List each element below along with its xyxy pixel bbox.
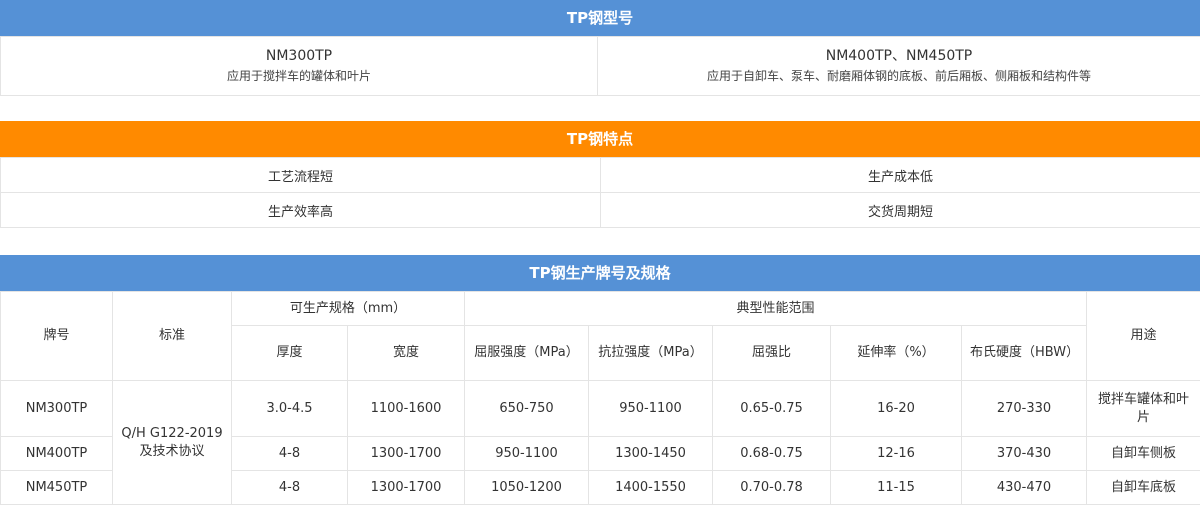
model-cell-left: NM300TP 应用于搅拌车的罐体和叶片 xyxy=(0,36,598,96)
cell-yield: 950-1100 xyxy=(464,436,590,471)
header-spec-group: 可生产规格（mm） xyxy=(230,291,466,326)
header-standard: 标准 xyxy=(112,291,232,381)
cell-width: 1300-1700 xyxy=(346,436,466,471)
feature-cell: 交货周期短 xyxy=(600,192,1200,228)
model-name: NM400TP、NM450TP xyxy=(825,48,973,64)
section-features-title: TP钢特点 xyxy=(0,121,1200,157)
cell-thickness: 4-8 xyxy=(231,470,348,505)
cell-yield: 650-750 xyxy=(464,380,590,437)
section-specs: TP钢生产牌号及规格 牌号 标准 可生产规格（mm） 典型性能范围 用途 厚度 … xyxy=(0,255,1200,505)
features-table: 工艺流程短 生产成本低 生产效率高 交货周期短 xyxy=(0,157,1200,228)
cell-elongation: 12-16 xyxy=(830,436,963,471)
header-tensile: 抗拉强度（MPa） xyxy=(588,325,714,381)
table-row: NM300TP 应用于搅拌车的罐体和叶片 NM400TP、NM450TP 应用于… xyxy=(0,36,1200,96)
cell-yield: 1050-1200 xyxy=(464,470,590,505)
cell-hardness: 270-330 xyxy=(961,380,1088,437)
cell-grade: NM450TP xyxy=(0,470,113,505)
cell-width: 1100-1600 xyxy=(346,380,466,437)
section-features: TP钢特点 工艺流程短 生产成本低 生产效率高 交货周期短 xyxy=(0,121,1200,228)
cell-use: 搅拌车罐体和叶片 xyxy=(1086,380,1200,437)
feature-cell: 工艺流程短 xyxy=(0,157,601,193)
section-specs-title: TP钢生产牌号及规格 xyxy=(0,255,1200,291)
header-elongation: 延伸率（%） xyxy=(830,325,963,381)
header-perf-group: 典型性能范围 xyxy=(464,291,1088,326)
table-header-row: 牌号 标准 可生产规格（mm） 典型性能范围 用途 xyxy=(0,291,1200,381)
cell-ratio: 0.70-0.78 xyxy=(712,470,832,505)
model-use: 应用于搅拌车的罐体和叶片 xyxy=(226,69,371,83)
cell-hardness: 370-430 xyxy=(961,436,1088,471)
cell-ratio: 0.65-0.75 xyxy=(712,380,832,437)
model-use: 应用于自卸车、泵车、耐磨厢体钢的底板、前后厢板、侧厢板和结构件等 xyxy=(706,69,1091,83)
models-table: NM300TP 应用于搅拌车的罐体和叶片 NM400TP、NM450TP 应用于… xyxy=(0,36,1200,96)
section-models: TP钢型号 NM300TP 应用于搅拌车的罐体和叶片 NM400TP、NM450… xyxy=(0,0,1200,96)
cell-tensile: 1400-1550 xyxy=(588,470,714,505)
feature-cell: 生产成本低 xyxy=(600,157,1200,193)
cell-elongation: 16-20 xyxy=(830,380,963,437)
cell-hardness: 430-470 xyxy=(961,470,1088,505)
model-cell-right: NM400TP、NM450TP 应用于自卸车、泵车、耐磨厢体钢的底板、前后厢板、… xyxy=(597,36,1200,96)
table-row: 工艺流程短 生产成本低 xyxy=(0,157,1200,193)
header-yield: 屈服强度（MPa） xyxy=(464,325,590,381)
cell-standard: Q/H G122-2019 及技术协议 xyxy=(112,380,232,505)
cell-thickness: 4-8 xyxy=(231,436,348,471)
cell-use: 自卸车侧板 xyxy=(1086,436,1200,471)
model-name: NM300TP xyxy=(265,48,333,64)
header-grade: 牌号 xyxy=(0,291,113,381)
table-row: 生产效率高 交货周期短 xyxy=(0,192,1200,228)
table-row: NM300TP Q/H G122-2019 及技术协议 3.0-4.5 1100… xyxy=(0,380,1200,505)
cell-thickness: 3.0-4.5 xyxy=(231,380,348,437)
header-use: 用途 xyxy=(1086,291,1200,381)
cell-grade: NM400TP xyxy=(0,436,113,471)
section-models-title: TP钢型号 xyxy=(0,0,1200,36)
cell-use: 自卸车底板 xyxy=(1086,470,1200,505)
specs-table: 牌号 标准 可生产规格（mm） 典型性能范围 用途 厚度 宽度 屈服强度（MPa… xyxy=(0,291,1200,505)
header-hardness: 布氏硬度（HBW） xyxy=(961,325,1088,381)
cell-elongation: 11-15 xyxy=(830,470,963,505)
header-thickness: 厚度 xyxy=(231,325,348,381)
cell-ratio: 0.68-0.75 xyxy=(712,436,832,471)
header-ratio: 屈强比 xyxy=(712,325,832,381)
cell-tensile: 1300-1450 xyxy=(588,436,714,471)
cell-width: 1300-1700 xyxy=(346,470,466,505)
cell-grade: NM300TP xyxy=(0,380,113,437)
header-width: 宽度 xyxy=(346,325,466,381)
cell-tensile: 950-1100 xyxy=(588,380,714,437)
feature-cell: 生产效率高 xyxy=(0,192,601,228)
